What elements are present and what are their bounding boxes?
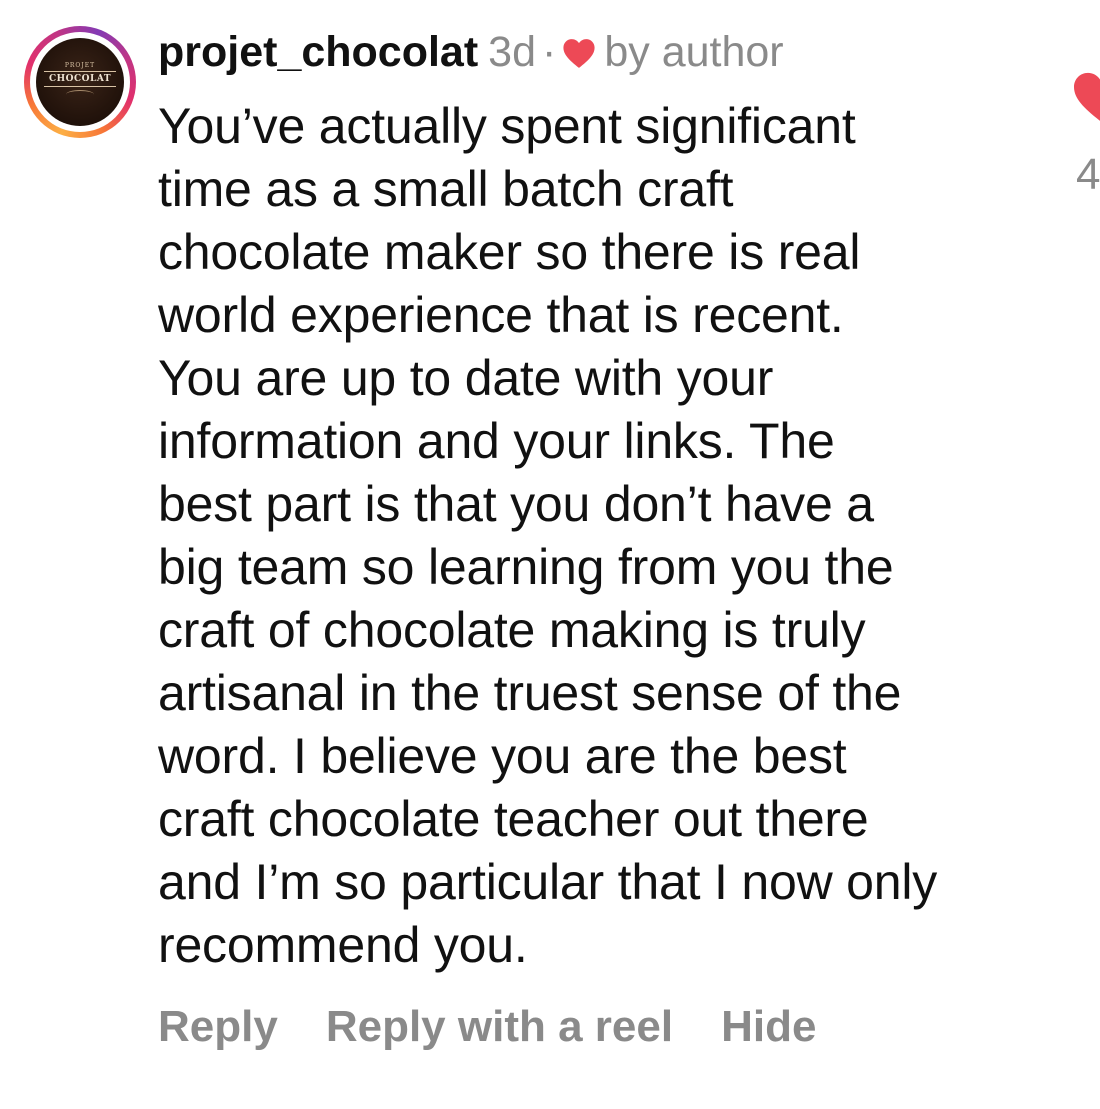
avatar-logo-brand: CHOCOLAT xyxy=(44,71,116,87)
liked-by-author-label: by author xyxy=(604,28,784,76)
avatar-logo: PROJET CHOCOLAT xyxy=(36,38,124,126)
comment-line: You’ve actually spent significant xyxy=(158,98,856,154)
comment-header: projet_chocolat 3d · by author xyxy=(158,26,784,78)
comment-line: craft of chocolate making is truly xyxy=(158,602,866,658)
comment-text: You’ve actually spent significant time a… xyxy=(158,95,1058,977)
avatar-gap: PROJET CHOCOLAT xyxy=(30,32,130,132)
timestamp: 3d xyxy=(488,28,537,76)
comment-actions: Reply Reply with a reel Hide xyxy=(158,998,864,1056)
username-link[interactable]: projet_chocolat xyxy=(158,28,478,76)
comment-line: chocolate maker so there is real xyxy=(158,224,861,280)
comment-line: and I’m so particular that I now only xyxy=(158,854,938,910)
comment-line: big team so learning from you the xyxy=(158,539,894,595)
hide-button[interactable]: Hide xyxy=(721,998,816,1056)
avatar[interactable]: PROJET CHOCOLAT xyxy=(24,26,136,138)
like-count: 4 xyxy=(1076,150,1100,199)
avatar-logo-swash xyxy=(66,90,94,99)
comment-line: artisanal in the truest sense of the xyxy=(158,665,902,721)
separator-dot: · xyxy=(542,28,557,76)
comment-line: world experience that is recent. xyxy=(158,287,844,343)
reply-button[interactable]: Reply xyxy=(158,998,278,1056)
avatar-logo-small-text: PROJET xyxy=(64,62,96,69)
comment-line: word. I believe you are the best xyxy=(158,728,847,784)
reply-with-reel-button[interactable]: Reply with a reel xyxy=(326,998,673,1056)
comment-line: craft chocolate teacher out there xyxy=(158,791,869,847)
comment-line: You are up to date with your xyxy=(158,350,774,406)
comment-line: time as a small batch craft xyxy=(158,161,734,217)
heart-icon xyxy=(562,29,596,81)
comment-line: best part is that you don’t have a xyxy=(158,476,874,532)
comment-line: recommend you. xyxy=(158,917,528,973)
comment-line: information and your links. The xyxy=(158,413,835,469)
like-heart-icon[interactable] xyxy=(1070,70,1100,121)
